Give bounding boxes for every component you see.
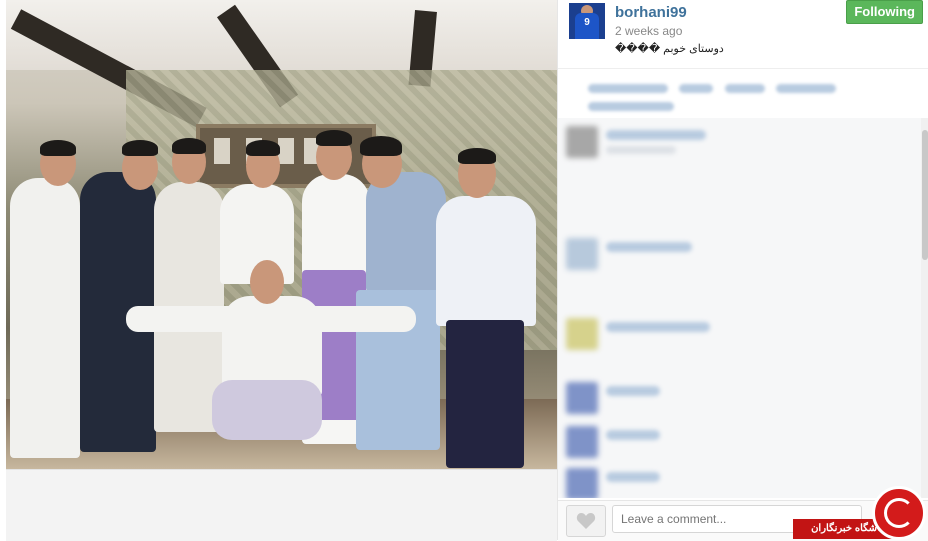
photo-person xyxy=(10,178,80,458)
following-button[interactable]: Following xyxy=(846,0,923,24)
commenter-name[interactable] xyxy=(606,242,692,252)
comment-item xyxy=(566,382,906,418)
profile-avatar[interactable]: 9 xyxy=(569,3,605,39)
post-header: 9 borhani99 2 weeks ago دوستای خوبم ����… xyxy=(558,0,928,68)
post-photo[interactable] xyxy=(6,0,557,469)
photo-hair xyxy=(122,140,158,156)
post-sidebar: 9 borhani99 2 weeks ago دوستای خوبم ����… xyxy=(557,0,928,541)
like-button[interactable] xyxy=(566,505,606,537)
liker-name[interactable] xyxy=(724,84,765,93)
comment-item xyxy=(566,426,906,462)
commenter-avatar[interactable] xyxy=(566,468,598,498)
comment-item xyxy=(566,318,906,354)
photo-hair xyxy=(458,148,496,164)
photo-person-trousers xyxy=(446,320,524,468)
commenter-avatar[interactable] xyxy=(566,318,598,350)
comment-item xyxy=(566,126,906,162)
comment-item xyxy=(566,238,906,274)
photo-bottom-spacer xyxy=(6,469,557,541)
photo-person-trousers xyxy=(212,380,322,440)
commenter-avatar[interactable] xyxy=(566,426,598,458)
likes-list xyxy=(588,80,908,111)
photo-hair xyxy=(316,130,352,146)
photo-hair xyxy=(172,138,206,154)
username-link[interactable]: borhani99 xyxy=(615,4,687,21)
commenter-avatar[interactable] xyxy=(566,126,598,158)
post-caption: دوستای خوبم ���� xyxy=(615,43,724,55)
post-timestamp[interactable]: 2 weeks ago xyxy=(615,24,682,38)
commenter-name[interactable] xyxy=(606,472,660,482)
commenter-name[interactable] xyxy=(606,430,660,440)
photo-head xyxy=(250,260,284,304)
photo-person xyxy=(366,172,446,292)
heart-icon xyxy=(576,513,596,529)
liker-name[interactable] xyxy=(588,102,674,111)
photo-hair xyxy=(246,140,280,156)
photo-hair xyxy=(360,136,402,156)
photo-person xyxy=(436,196,536,326)
liker-name[interactable] xyxy=(776,84,837,93)
comments-list xyxy=(558,118,921,498)
header-divider xyxy=(558,68,928,69)
commenter-avatar[interactable] xyxy=(566,382,598,414)
liker-name[interactable] xyxy=(588,84,668,93)
news-agency-logo xyxy=(872,486,926,540)
commenter-name[interactable] xyxy=(606,130,706,140)
liker-name[interactable] xyxy=(679,84,714,93)
commenter-name[interactable] xyxy=(606,322,710,332)
post-photo-panel xyxy=(0,0,557,541)
comment-text xyxy=(606,146,676,154)
scrollbar-thumb[interactable] xyxy=(922,130,928,260)
comments-scrollbar[interactable] xyxy=(921,118,928,498)
comment-item xyxy=(566,468,906,498)
commenter-name[interactable] xyxy=(606,386,660,396)
commenter-avatar[interactable] xyxy=(566,238,598,270)
photo-hair xyxy=(40,140,76,156)
